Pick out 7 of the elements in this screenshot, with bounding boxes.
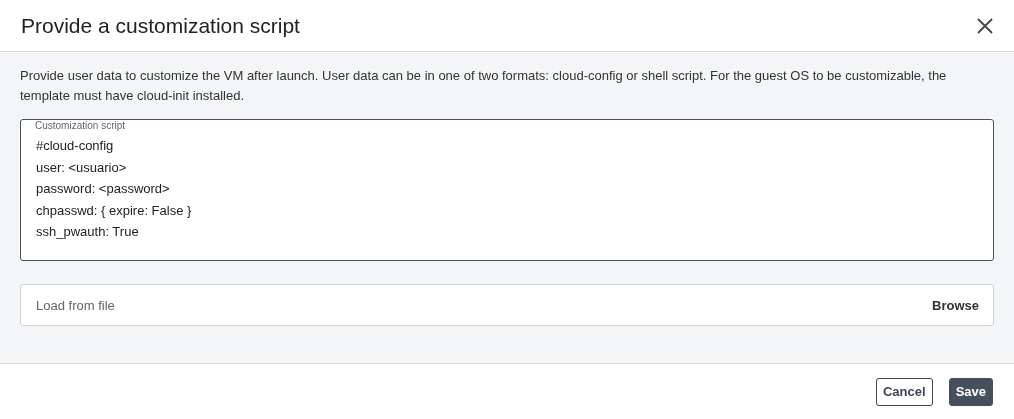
cancel-button[interactable]: Cancel xyxy=(876,377,933,406)
dialog-title: Provide a customization script xyxy=(21,13,300,38)
save-button[interactable]: Save xyxy=(948,377,993,406)
description-text: Provide user data to customize the VM after launch. User data can be in one of two formats: cloud-config or shell script. For the guest OS to be customizable, the template must have cloud-init installed. xyxy=(20,67,948,105)
field-label: Customization script xyxy=(35,120,126,131)
browse-button[interactable]: Browse xyxy=(932,297,979,313)
file-field[interactable]: Load from file Browse xyxy=(20,284,994,326)
